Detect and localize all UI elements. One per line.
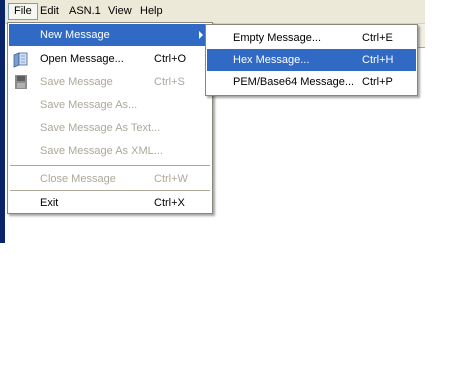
floppy-disk-icon — [15, 75, 27, 89]
menu-asn1[interactable]: ASN.1 — [64, 3, 106, 20]
menu-item-pem-base64-message[interactable]: PEM/Base64 Message... Ctrl+P — [207, 71, 416, 93]
menubar: File Edit ASN.1 View Help — [5, 0, 425, 24]
menu-separator — [10, 190, 210, 191]
menu-item-save-as-xml[interactable]: Save Message As XML... — [9, 140, 211, 162]
menu-item-shortcut: Ctrl+H — [362, 54, 394, 66]
menu-item-label: PEM/Base64 Message... — [233, 76, 355, 88]
menu-item-hex-message[interactable]: Hex Message... Ctrl+H — [207, 49, 416, 71]
menu-item-shortcut: Ctrl+W — [154, 173, 188, 185]
file-menu: New Message Open Message... Ctrl+O Save … — [7, 22, 213, 214]
menu-item-save-message[interactable]: Save Message Ctrl+S — [9, 71, 211, 93]
menu-item-label: Close Message — [40, 173, 116, 185]
menu-item-label: Save Message — [40, 76, 113, 88]
menu-item-label: Hex Message... — [233, 54, 310, 66]
window-edge — [0, 0, 5, 243]
menu-item-exit[interactable]: Exit Ctrl+X — [9, 192, 211, 214]
menu-item-shortcut: Ctrl+E — [362, 32, 393, 44]
menu-view[interactable]: View — [103, 3, 137, 20]
open-folder-icon — [13, 52, 28, 68]
menu-item-shortcut: Ctrl+P — [362, 76, 393, 88]
menu-file[interactable]: File — [8, 3, 38, 20]
menu-item-save-message-as[interactable]: Save Message As... — [9, 94, 211, 116]
menu-item-label: Save Message As Text... — [40, 122, 161, 134]
menu-item-close-message[interactable]: Close Message Ctrl+W — [9, 168, 211, 190]
menu-item-shortcut: Ctrl+O — [154, 53, 187, 65]
menu-item-label: Exit — [40, 197, 59, 209]
menu-item-shortcut: Ctrl+X — [154, 197, 185, 209]
menu-item-shortcut: Ctrl+S — [154, 76, 185, 88]
menu-item-label: Empty Message... — [233, 32, 322, 44]
menu-item-label: Save Message As XML... — [40, 145, 163, 157]
menu-item-empty-message[interactable]: Empty Message... Ctrl+E — [207, 27, 416, 49]
menu-separator — [10, 165, 210, 166]
menu-item-save-as-text[interactable]: Save Message As Text... — [9, 117, 211, 139]
submenu-arrow-icon — [199, 31, 203, 39]
menu-edit[interactable]: Edit — [35, 3, 64, 20]
menu-help[interactable]: Help — [135, 3, 168, 20]
menu-item-label: Save Message As... — [40, 99, 138, 111]
menu-item-open-message[interactable]: Open Message... Ctrl+O — [9, 48, 211, 70]
menu-item-new-message[interactable]: New Message — [9, 24, 211, 46]
menu-item-label: New Message — [40, 29, 110, 41]
menu-item-label: Open Message... — [40, 53, 124, 65]
new-message-submenu: Empty Message... Ctrl+E Hex Message... C… — [205, 24, 418, 96]
